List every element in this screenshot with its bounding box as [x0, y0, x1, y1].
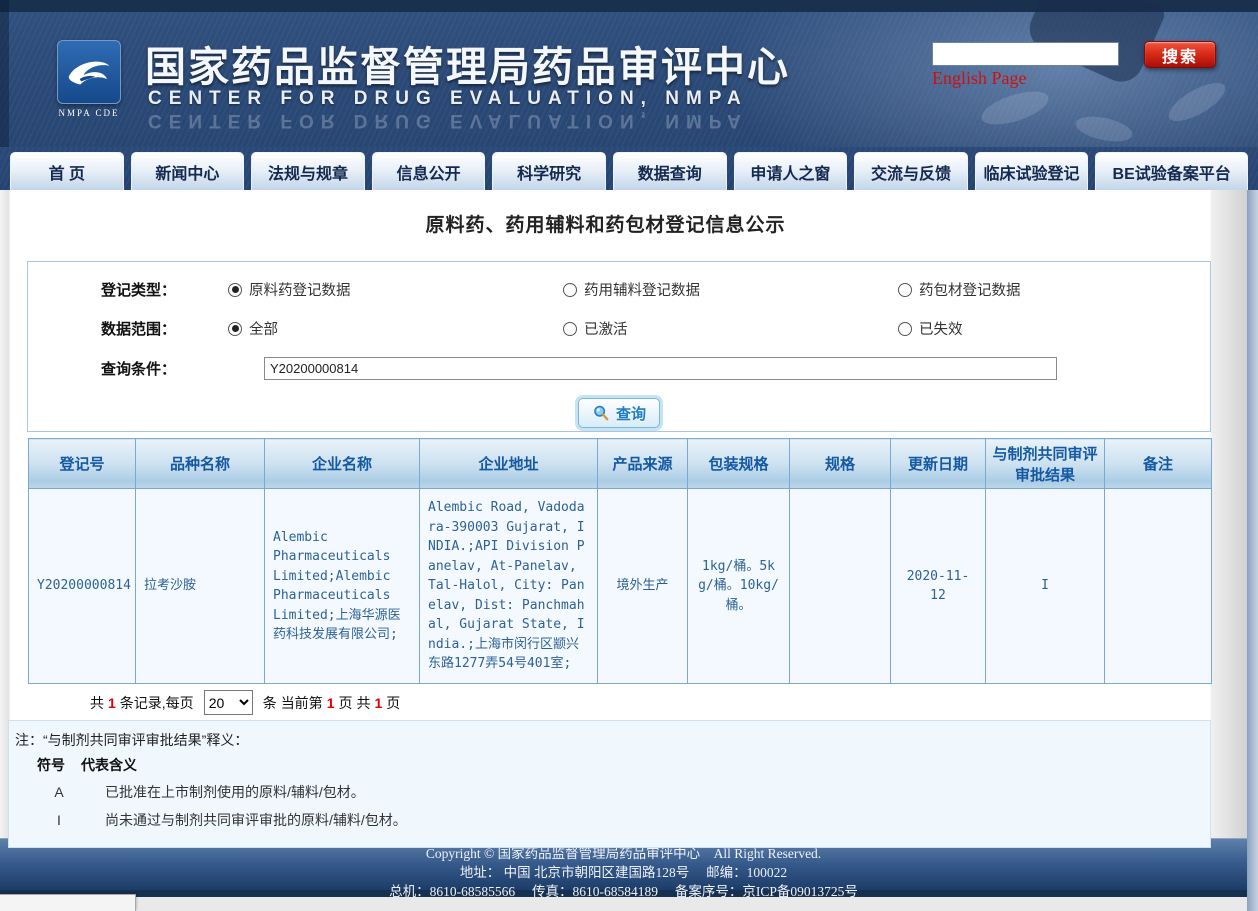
data-scope-label: 数据范围： — [101, 318, 176, 339]
query-condition-label: 查询条件： — [101, 358, 207, 379]
nmpa-cde-logo[interactable]: NMPA CDE — [57, 40, 121, 118]
right-edge-strip — [1247, 190, 1258, 911]
site-title-chinese: 国家药品监督管理局药品审评中心 — [145, 33, 790, 93]
page-title: 原料药、药用辅料和药包材登记信息公示 — [0, 190, 1211, 237]
query-condition-input[interactable] — [264, 357, 1057, 380]
cell-company-address: Alembic Road, Vadodara-390003 Gujarat, I… — [420, 489, 598, 684]
cell-package-spec: 1kg/桶。5kg/桶。10kg/桶。 — [688, 489, 790, 684]
pagination-bar: 共 1条记录,每页 20 条 当前第 1页 共 1 页 — [90, 689, 1247, 716]
col-header-package-spec: 包装规格 — [688, 439, 790, 489]
nav-tab-information[interactable]: 信息公开 — [372, 152, 486, 190]
data-scope-row: 数据范围： 全部 已激活 已失效 — [28, 318, 1210, 339]
radio-option-packaging[interactable]: 药包材登记数据 — [898, 279, 1233, 300]
magnifier-icon — [592, 404, 610, 422]
registration-type-label: 登记类型： — [101, 279, 176, 300]
query-submit-button[interactable]: 查询 — [578, 398, 660, 428]
nav-tab-feedback[interactable]: 交流与反馈 — [854, 152, 968, 190]
nav-tab-data-query[interactable]: 数据查询 — [613, 152, 727, 190]
col-header-remark: 备注 — [1105, 439, 1212, 489]
nav-tab-be-platform[interactable]: BE试验备案平台 — [1095, 152, 1248, 190]
notes-meaning-header: 代表含义 — [81, 752, 137, 778]
note-item-a: A 已批准在上市制剂使用的原料/辅料/包材。 — [37, 778, 1200, 806]
cell-product-name: 拉考沙胺 — [136, 489, 265, 684]
table-row: Y20200000814 拉考沙胺 Alembic Pharmaceutical… — [29, 489, 1212, 684]
radio-option-all[interactable]: 全部 — [228, 318, 563, 339]
pill-decoration — [1073, 112, 1134, 146]
note-item-i: I 尚未通过与制剂共同审评审批的原料/辅料/包材。 — [37, 806, 1200, 834]
nav-tab-clinical-trial[interactable]: 临床试验登记 — [975, 152, 1089, 190]
site-title-english-reflection: CENTER FOR DRUG EVALUATION, NMPA — [148, 109, 748, 131]
nav-tab-science[interactable]: 科学研究 — [492, 152, 606, 190]
nav-tab-news[interactable]: 新闻中心 — [131, 152, 245, 190]
table-header-row: 登记号 品种名称 企业名称 企业地址 产品来源 包装规格 规格 更新日期 与制剂… — [29, 439, 1212, 489]
registration-type-row: 登记类型： 原料药登记数据 药用辅料登记数据 药包材登记数据 — [28, 279, 1210, 300]
cell-update-date: 2020-11-12 — [891, 489, 986, 684]
col-header-company-name: 企业名称 — [265, 439, 420, 489]
pill-decoration — [978, 85, 1053, 131]
col-header-review-result: 与制剂共同审评审批结果 — [986, 439, 1105, 489]
radio-icon — [563, 283, 577, 297]
site-header: NMPA CDE 国家药品监督管理局药品审评中心 CENTER FOR DRUG… — [0, 0, 1258, 147]
col-header-spec: 规格 — [790, 439, 891, 489]
cell-review-result: I — [986, 489, 1105, 684]
radio-option-expired[interactable]: 已失效 — [898, 318, 1233, 339]
notes-panel: 注：“与制剂共同审评审批结果”释义： 符号 代表含义 A 已批准在上市制剂使用的… — [8, 720, 1211, 848]
col-header-reg-no: 登记号 — [29, 439, 136, 489]
radio-option-activated[interactable]: 已激活 — [563, 318, 898, 339]
pill-decoration — [1163, 76, 1230, 129]
total-pages-number: 1 — [374, 695, 382, 711]
cell-company-name: Alembic Pharmaceuticals Limited;Alembic … — [265, 489, 420, 684]
logo-bird-icon — [57, 40, 121, 104]
main-nav: 首 页 新闻中心 法规与规章 信息公开 科学研究 数据查询 申请人之窗 交流与反… — [0, 147, 1258, 190]
cell-remark — [1105, 489, 1212, 684]
notes-symbol-header: 符号 — [37, 752, 81, 778]
header-search-input[interactable] — [932, 42, 1119, 66]
page-size-select[interactable]: 20 — [204, 690, 253, 715]
radio-icon-selected — [228, 283, 242, 297]
logo-caption: NMPA CDE — [57, 108, 121, 118]
page-body: 原料药、药用辅料和药包材登记信息公示 登记类型： 原料药登记数据 药用辅料登记数… — [0, 190, 1258, 911]
nav-tab-applicant[interactable]: 申请人之窗 — [734, 152, 848, 190]
radio-icon — [898, 283, 912, 297]
radio-option-excipient[interactable]: 药用辅料登记数据 — [563, 279, 898, 300]
radio-icon-selected — [228, 322, 242, 336]
header-search-button[interactable]: 搜索 — [1144, 41, 1216, 68]
cell-product-source: 境外生产 — [598, 489, 688, 684]
browser-status-tooltip — [0, 894, 136, 911]
col-header-product-name: 品种名称 — [136, 439, 265, 489]
cell-spec — [790, 489, 891, 684]
window-bottom-strip — [0, 897, 1247, 911]
footer-address: 地址： 中国 北京市朝阳区建国路128号 邮编：100022 — [0, 863, 1247, 882]
nav-tab-regulations[interactable]: 法规与规章 — [251, 152, 365, 190]
col-header-update-date: 更新日期 — [891, 439, 986, 489]
radio-option-raw-material[interactable]: 原料药登记数据 — [228, 279, 563, 300]
notes-title: 注：“与制剂共同审评审批结果”释义： — [15, 728, 1200, 752]
radio-icon — [898, 322, 912, 336]
current-page-number: 1 — [327, 695, 335, 711]
record-count: 1 — [108, 695, 116, 711]
results-table: 登记号 品种名称 企业名称 企业地址 产品来源 包装规格 规格 更新日期 与制剂… — [28, 438, 1212, 684]
site-title-english: CENTER FOR DRUG EVALUATION, NMPA — [148, 88, 748, 110]
col-header-product-source: 产品来源 — [598, 439, 688, 489]
query-form-box: 登记类型： 原料药登记数据 药用辅料登记数据 药包材登记数据 — [27, 261, 1211, 432]
english-page-link[interactable]: English Page — [932, 68, 1027, 89]
content-area: 原料药、药用辅料和药包材登记信息公示 登记类型： 原料药登记数据 药用辅料登记数… — [0, 190, 1247, 838]
nav-tab-home[interactable]: 首 页 — [10, 152, 124, 190]
radio-icon — [563, 322, 577, 336]
query-condition-row: 查询条件： — [28, 357, 1210, 380]
cell-reg-no: Y20200000814 — [29, 489, 136, 684]
col-header-company-address: 企业地址 — [420, 439, 598, 489]
